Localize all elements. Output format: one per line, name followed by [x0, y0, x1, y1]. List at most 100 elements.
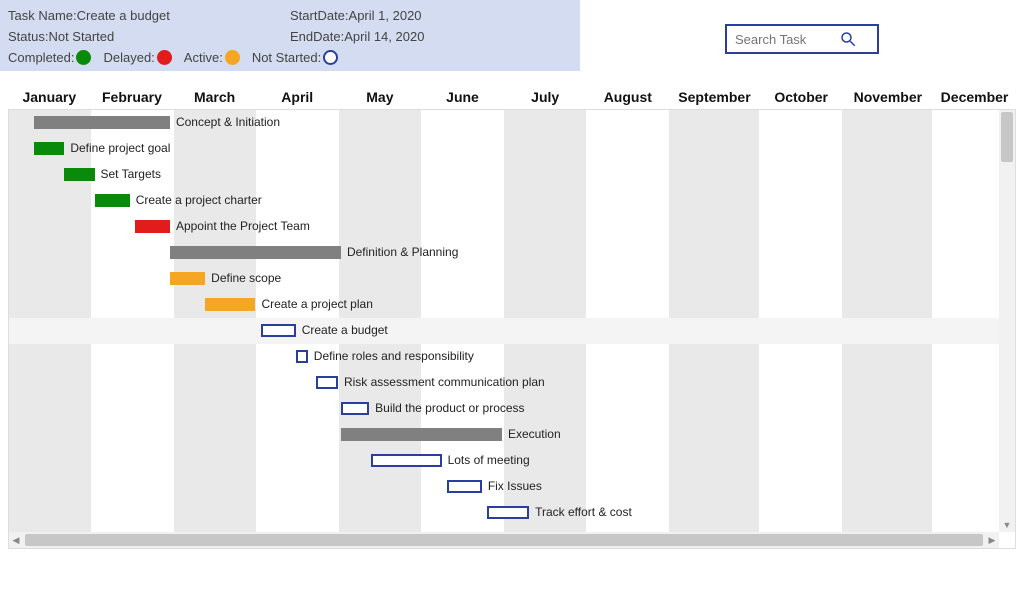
scroll-right-arrow-icon[interactable]: ▶ — [985, 532, 999, 548]
horizontal-scroll-thumb[interactable] — [25, 534, 983, 546]
start-date-value: April 1, 2020 — [349, 8, 422, 23]
gantt-bar-label: Definition & Planning — [347, 245, 458, 259]
task-name-field: Task Name:Create a budget — [8, 8, 290, 23]
gantt-row[interactable]: Appoint the Project Team — [9, 214, 1015, 240]
gantt-row[interactable]: Risk assessment communication plan — [9, 370, 1015, 396]
legend-delayed-label: Delayed: — [103, 50, 154, 65]
gantt-row[interactable]: Define project goal — [9, 136, 1015, 162]
gantt-row[interactable]: Set Targets — [9, 162, 1015, 188]
end-date-value: April 14, 2020 — [344, 29, 424, 44]
search-container — [580, 0, 1024, 54]
gantt-bar[interactable] — [170, 272, 205, 285]
scroll-left-arrow-icon[interactable]: ◀ — [9, 532, 23, 548]
month-header: September — [669, 89, 760, 105]
gantt-bar-label: Fix Issues — [488, 479, 542, 493]
gantt-row[interactable]: Define roles and responsibility — [9, 344, 1015, 370]
gantt-bar-label: Create a project plan — [261, 297, 372, 311]
gantt-bar[interactable] — [261, 324, 296, 337]
gantt-row[interactable]: Define scope — [9, 266, 1015, 292]
start-date-label: StartDate: — [290, 8, 349, 23]
task-name-value: Create a budget — [77, 8, 170, 23]
status-label: Status: — [8, 29, 48, 44]
month-header: April — [256, 89, 339, 105]
search-icon — [839, 30, 857, 48]
gantt-bar-label: Build the product or process — [375, 401, 524, 415]
gantt-bar-label: Execution — [508, 427, 561, 441]
gantt-bar-label: Define roles and responsibility — [314, 349, 474, 363]
month-header: November — [842, 89, 933, 105]
horizontal-scrollbar[interactable]: ◀ ▶ — [9, 532, 999, 548]
gantt-row[interactable]: Definition & Planning — [9, 240, 1015, 266]
end-date-field: EndDate:April 14, 2020 — [290, 29, 572, 44]
month-header: January — [8, 89, 91, 105]
gantt-row[interactable]: Create a project plan — [9, 292, 1015, 318]
gantt-bar[interactable] — [447, 480, 482, 493]
month-header: July — [504, 89, 587, 105]
gantt-bar[interactable] — [205, 298, 255, 311]
end-date-label: EndDate: — [290, 29, 344, 44]
gantt-row[interactable]: Fix Issues — [9, 474, 1015, 500]
legend-delayed: Delayed: — [103, 50, 171, 65]
scroll-down-arrow-icon[interactable]: ▼ — [999, 518, 1015, 532]
gantt-row[interactable]: Track effort & cost — [9, 500, 1015, 526]
timeline-months-header: JanuaryFebruaryMarchAprilMayJuneJulyAugu… — [0, 89, 1024, 105]
legend-not-started: Not Started: — [252, 50, 338, 65]
gantt-bar[interactable] — [487, 506, 529, 519]
month-header: June — [421, 89, 504, 105]
gantt-row[interactable]: Execution — [9, 422, 1015, 448]
gantt-row[interactable]: Concept & Initiation — [9, 110, 1015, 136]
gantt-row[interactable]: Lots of meeting — [9, 448, 1015, 474]
gantt-bar-label: Set Targets — [101, 167, 161, 181]
month-header: March — [173, 89, 256, 105]
gantt-bar[interactable] — [34, 142, 64, 155]
legend-active-swatch — [225, 50, 240, 65]
gantt-bar-label: Track effort & cost — [535, 505, 632, 519]
search-input[interactable] — [735, 32, 835, 47]
gantt-chart: Concept & Initiation Define project goal S… — [8, 109, 1016, 549]
month-header: December — [933, 89, 1016, 105]
legend-completed-swatch — [76, 50, 91, 65]
legend-not-started-label: Not Started: — [252, 50, 321, 65]
legend-active: Active: — [184, 50, 240, 65]
status-field: Status:Not Started — [8, 29, 290, 44]
month-header: October — [760, 89, 843, 105]
gantt-bar[interactable] — [296, 350, 308, 363]
header: Task Name:Create a budget StartDate:Apri… — [0, 0, 1024, 71]
month-header: August — [586, 89, 669, 105]
gantt-bar[interactable] — [170, 246, 341, 259]
legend-completed-label: Completed: — [8, 50, 74, 65]
gantt-row[interactable]: Build the product or process — [9, 396, 1015, 422]
gantt-row[interactable]: Create a project charter — [9, 188, 1015, 214]
gantt-bar[interactable] — [371, 454, 441, 467]
gantt-bar-label: Risk assessment communication plan — [344, 375, 545, 389]
gantt-bar-label: Create a budget — [302, 323, 388, 337]
gantt-bar[interactable] — [34, 116, 170, 129]
gantt-bar-label: Define project goal — [70, 141, 170, 155]
gantt-bar[interactable] — [64, 168, 94, 181]
legend-completed: Completed: — [8, 50, 91, 65]
gantt-bar-label: Create a project charter — [136, 193, 262, 207]
gantt-bar[interactable] — [341, 402, 369, 415]
vertical-scrollbar[interactable]: ▲ ▼ — [999, 110, 1015, 532]
vertical-scroll-thumb[interactable] — [1001, 112, 1013, 162]
task-name-label: Task Name: — [8, 8, 77, 23]
month-header: February — [91, 89, 174, 105]
start-date-field: StartDate:April 1, 2020 — [290, 8, 572, 23]
gantt-bar-label: Concept & Initiation — [176, 115, 280, 129]
search-box[interactable] — [725, 24, 879, 54]
legend-not-started-swatch — [323, 50, 338, 65]
gantt-bar-label: Appoint the Project Team — [176, 219, 310, 233]
gantt-bar[interactable] — [341, 428, 502, 441]
month-header: May — [339, 89, 422, 105]
task-info-panel: Task Name:Create a budget StartDate:Apri… — [0, 0, 580, 71]
gantt-bar-label: Lots of meeting — [448, 453, 530, 467]
gantt-row[interactable]: Create a budget — [9, 318, 1015, 344]
gantt-bar[interactable] — [135, 220, 170, 233]
gantt-bar[interactable] — [316, 376, 338, 389]
legend-active-label: Active: — [184, 50, 223, 65]
gantt-bar-label: Define scope — [211, 271, 281, 285]
legend-delayed-swatch — [157, 50, 172, 65]
status-value: Not Started — [48, 29, 114, 44]
gantt-rows: Concept & Initiation Define project goal S… — [9, 110, 1015, 548]
gantt-bar[interactable] — [95, 194, 130, 207]
